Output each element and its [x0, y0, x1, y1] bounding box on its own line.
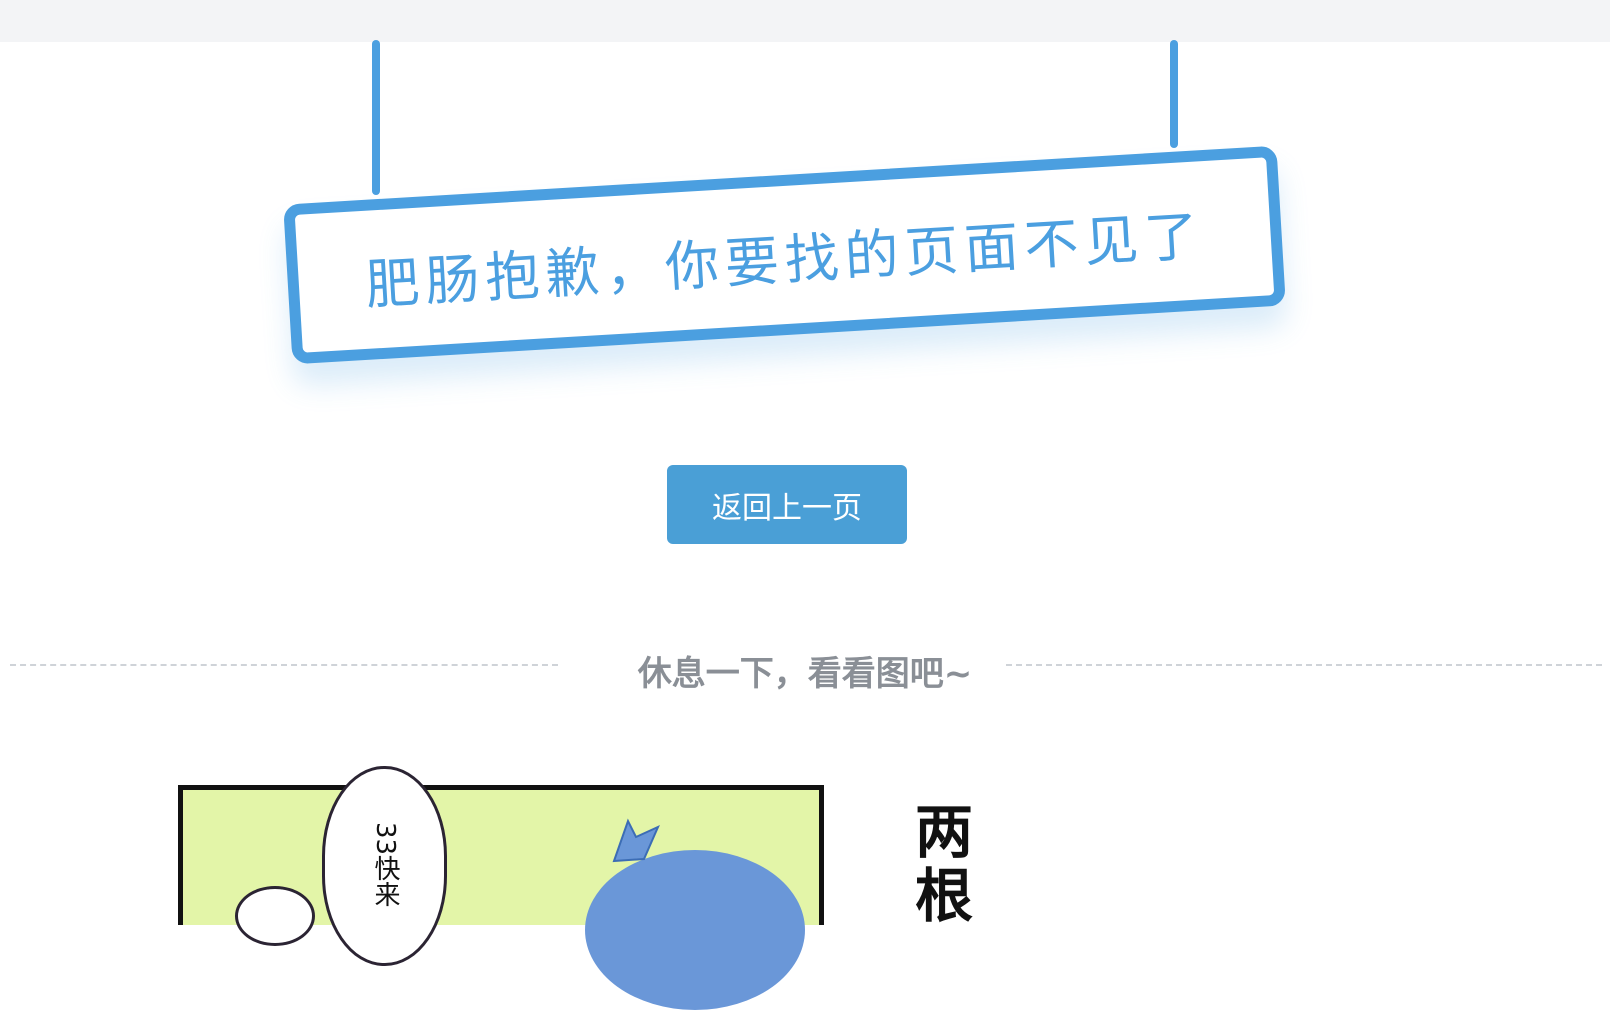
- divider-line-right: [1006, 664, 1602, 666]
- section-divider: 休息一下，看看图吧~: [0, 640, 1610, 694]
- sign-rope-right: [1170, 40, 1178, 148]
- comic-character-head: [585, 850, 805, 1010]
- comic-small-bubble: [235, 886, 315, 946]
- error-sign-board: 肥肠抱歉，你要找的页面不见了: [283, 145, 1286, 365]
- comic-side-text: 两根: [915, 798, 974, 930]
- error-message: 肥肠抱歉，你要找的页面不见了: [363, 203, 1206, 317]
- error-sign: 肥肠抱歉，你要找的页面不见了: [0, 0, 1610, 420]
- comic-character-tuft: [612, 818, 660, 863]
- sign-rope-left: [372, 40, 380, 195]
- comic-bubble-text: 33快来: [370, 822, 400, 908]
- divider-label: 休息一下，看看图吧~: [637, 654, 973, 694]
- back-button[interactable]: 返回上一页: [667, 465, 907, 544]
